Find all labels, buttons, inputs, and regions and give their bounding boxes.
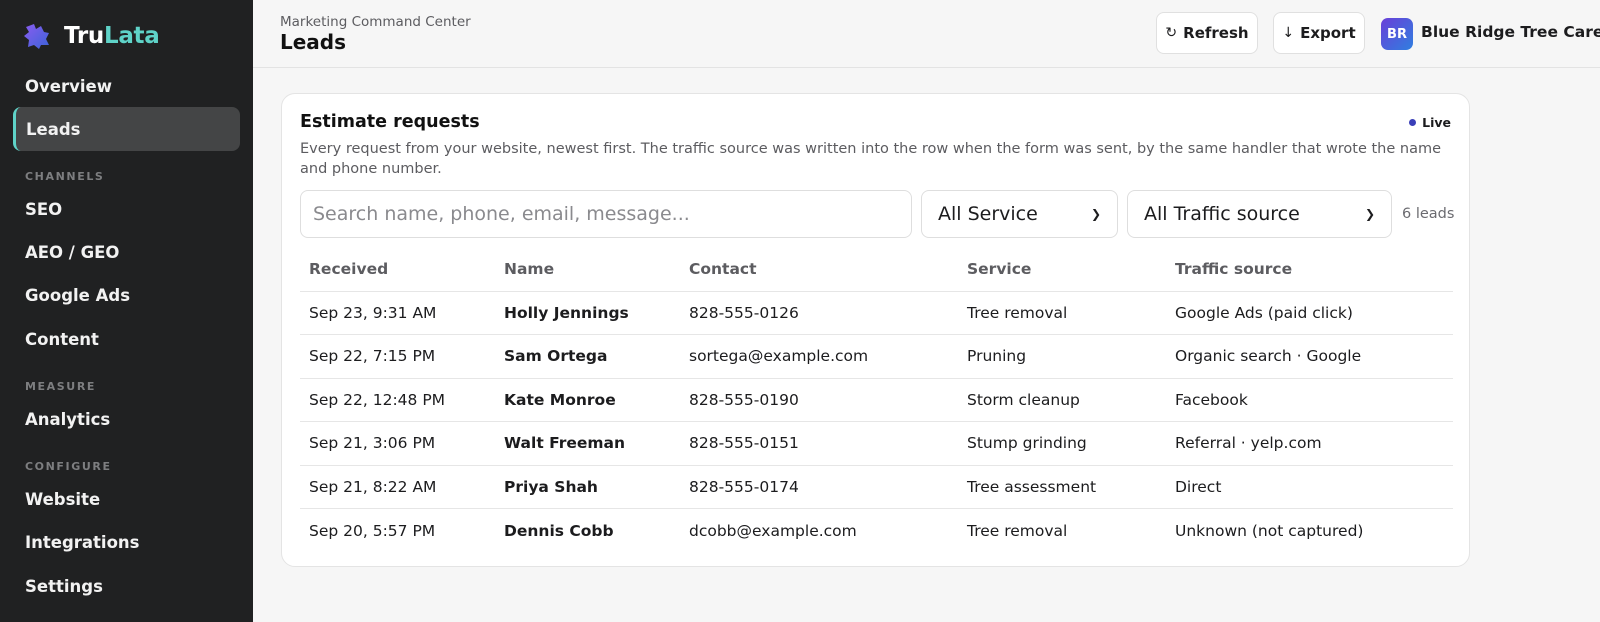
brand-logo[interactable]: TruLata xyxy=(22,20,160,52)
refresh-label: Refresh xyxy=(1183,24,1249,42)
cell-contact: 828-555-0151 xyxy=(680,421,958,466)
cell-traffic-source: Organic search · Google xyxy=(1166,334,1453,379)
traffic-source-filter-value: All Traffic source xyxy=(1144,203,1300,225)
cell-service: Tree removal xyxy=(967,521,1068,540)
chevron-down-icon: ❯ xyxy=(1090,207,1101,221)
search-input[interactable] xyxy=(300,190,912,238)
cell-contact: 828-555-0174 xyxy=(680,465,958,509)
topbar: Marketing Command Center Leads ↻ Refresh… xyxy=(253,0,1600,68)
table-row[interactable]: Sep 21, 8:22 AM Priya Shah 828-555-0174 … xyxy=(300,465,1453,509)
column-header-service[interactable]: Service xyxy=(958,248,1166,292)
nav-item-google-ads[interactable]: Google Ads xyxy=(13,273,240,317)
nav-item-aeo-geo[interactable]: AEO / GEO xyxy=(13,230,240,274)
estimate-requests-card: Estimate requests Live Every request fro… xyxy=(281,93,1470,567)
cell-contact: dcobb@example.com xyxy=(689,521,857,540)
table-row[interactable]: Sep 20, 5:57 PM Dennis Cobb dcobb@exampl… xyxy=(300,509,1453,553)
avatar[interactable]: BR xyxy=(1381,18,1413,50)
cell-received: Sep 20, 5:57 PM xyxy=(309,521,436,540)
cell-service: Tree assessment xyxy=(958,465,1166,509)
cell-traffic-source: Google Ads (paid click) xyxy=(1166,291,1453,335)
breadcrumb[interactable]: Marketing Command Center xyxy=(280,14,471,30)
nav-item-leads[interactable]: Leads xyxy=(13,107,240,151)
cell-received: Sep 22, 7:15 PM xyxy=(300,334,495,379)
column-header-traffic-source[interactable]: Traffic source xyxy=(1166,248,1453,292)
traffic-source-filter-select[interactable]: All Traffic source ❯ xyxy=(1127,190,1392,238)
nav-item-overview[interactable]: Overview xyxy=(13,64,240,108)
nav-section-configure: CONFIGURE xyxy=(25,460,112,473)
nav-item-analytics[interactable]: Analytics xyxy=(13,397,240,441)
export-button[interactable]: ↓ Export xyxy=(1273,12,1365,54)
cell-traffic-source: Direct xyxy=(1166,465,1453,509)
sidebar: TruLata Overview Leads CHANNELS SEO AEO … xyxy=(0,0,253,622)
service-filter-value: All Service xyxy=(938,203,1038,225)
cell-received: Sep 23, 9:31 AM xyxy=(300,291,495,335)
cell-name: Kate Monroe xyxy=(495,378,680,422)
nav-section-measure: MEASURE xyxy=(25,380,97,393)
lead-count: 6 leads xyxy=(1402,206,1455,222)
table-header-row: Received Name Contact Service Traffic so… xyxy=(300,248,1453,292)
live-dot-icon xyxy=(1409,119,1417,126)
cell-contact: 828-555-0126 xyxy=(680,291,958,335)
cell-contact: 828-555-0190 xyxy=(680,378,958,422)
card-title: Estimate requests xyxy=(300,112,480,132)
cell-service: Tree removal xyxy=(958,291,1166,335)
column-header-name[interactable]: Name xyxy=(495,248,680,292)
cell-received: Sep 21, 3:06 PM xyxy=(300,421,495,466)
cell-received: Sep 21, 8:22 AM xyxy=(300,465,495,509)
nav-item-seo[interactable]: SEO xyxy=(13,187,240,231)
cell-traffic-source: Facebook xyxy=(1166,378,1453,422)
leads-table: Received Name Contact Service Traffic so… xyxy=(300,248,1453,552)
cell-contact: sortega@example.com xyxy=(680,334,958,379)
column-header-received[interactable]: Received xyxy=(300,248,495,292)
service-filter-select[interactable]: All Service ❯ xyxy=(921,190,1118,238)
cell-received: Sep 22, 12:48 PM xyxy=(300,378,495,422)
table-row[interactable]: Sep 21, 3:06 PM Walt Freeman 828-555-015… xyxy=(300,421,1453,466)
org-name[interactable]: Blue Ridge Tree Care xyxy=(1421,23,1600,41)
cell-name: Holly Jennings xyxy=(495,291,680,335)
live-label: Live xyxy=(1422,115,1451,130)
export-label: Export xyxy=(1300,24,1356,42)
table-row[interactable]: Sep 23, 9:31 AM Holly Jennings 828-555-0… xyxy=(300,291,1453,335)
chevron-down-icon: ❯ xyxy=(1364,207,1375,221)
cell-service: Stump grinding xyxy=(958,421,1166,466)
cell-traffic-source: Unknown (not captured) xyxy=(1175,521,1364,540)
cell-traffic-source: Referral · yelp.com xyxy=(1166,421,1453,466)
puzzle-logo-icon xyxy=(24,24,49,49)
table-row[interactable]: Sep 22, 7:15 PM Sam Ortega sortega@examp… xyxy=(300,334,1453,379)
nav-item-content[interactable]: Content xyxy=(13,317,240,361)
cell-service: Pruning xyxy=(958,334,1166,379)
cell-name: Sam Ortega xyxy=(495,334,680,379)
live-indicator: Live xyxy=(1409,115,1451,130)
refresh-icon: ↻ xyxy=(1165,25,1178,41)
table-row[interactable]: Sep 22, 12:48 PM Kate Monroe 828-555-019… xyxy=(300,378,1453,422)
nav-item-settings[interactable]: Settings xyxy=(13,564,240,608)
cell-name: Walt Freeman xyxy=(495,421,680,466)
cell-service: Storm cleanup xyxy=(958,378,1166,422)
download-arrow-icon: ↓ xyxy=(1282,25,1295,41)
page-title: Leads xyxy=(280,30,347,54)
refresh-button[interactable]: ↻ Refresh xyxy=(1156,12,1258,54)
card-description: Every request from your website, newest … xyxy=(300,141,1442,177)
brand-name: TruLata xyxy=(64,23,160,49)
column-header-contact[interactable]: Contact xyxy=(680,248,958,292)
nav-item-integrations[interactable]: Integrations xyxy=(13,520,240,564)
nav-item-website[interactable]: Website xyxy=(13,477,240,521)
cell-name: Priya Shah xyxy=(495,465,680,509)
cell-name: Dennis Cobb xyxy=(504,521,614,540)
nav-section-channels: CHANNELS xyxy=(25,170,105,183)
